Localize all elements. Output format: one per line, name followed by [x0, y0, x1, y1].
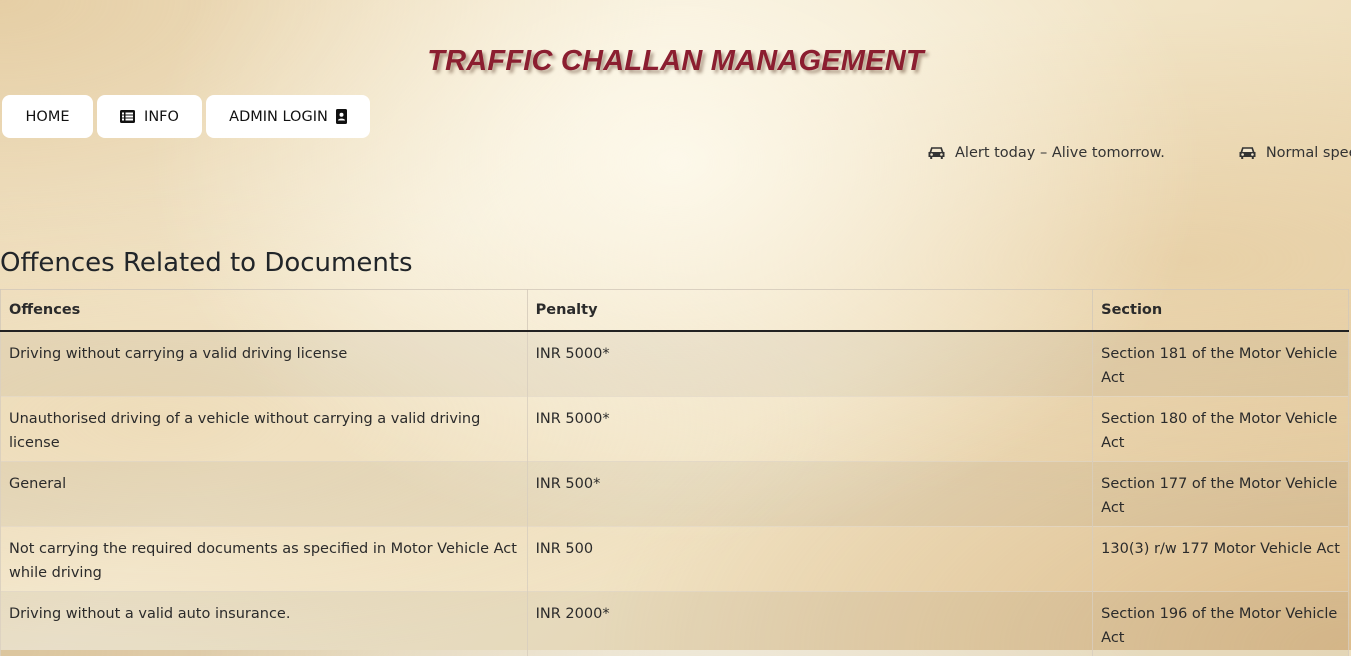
section-cell: 130(3) r/w 177 Motor Vehicle Act	[1092, 525, 1349, 591]
list-icon	[120, 110, 136, 123]
table-header-row: Offences Penalty Section	[0, 289, 1349, 332]
home-button-label: HOME	[25, 108, 70, 125]
admin-login-button-label: ADMIN LOGIN	[229, 108, 328, 125]
column-header-penalty: Penalty	[526, 289, 1094, 332]
main-nav: HOME INFO ADMIN LOGIN	[2, 95, 370, 138]
penalty-cell: INR 5000*	[526, 330, 1094, 396]
column-header-section: Section	[1092, 289, 1349, 332]
section-cell: Section 177 of the Motor Vehicle Act	[1092, 460, 1349, 526]
marquee-text: Normal spee	[1265, 145, 1351, 161]
penalty-cell: INR 500	[526, 525, 1094, 591]
penalty-cell: INR 5000*	[526, 395, 1094, 461]
info-button[interactable]: INFO	[97, 95, 202, 138]
section-cell: Section 180 of the Motor Vehicle Act	[1092, 395, 1349, 461]
column-header-offences: Offences	[0, 289, 528, 332]
offence-cell: Driving without carrying a valid driving…	[0, 330, 528, 396]
contact-card-icon	[335, 109, 347, 124]
marquee-text: Alert today – Alive tomorrow.	[955, 145, 1165, 161]
section-cell: Section 196 of the Motor Vehicle Act	[1092, 590, 1349, 656]
car-icon	[928, 146, 945, 160]
table-row: Unauthorised driving of a vehicle withou…	[0, 395, 1349, 461]
section-heading: Offences Related to Documents	[0, 248, 413, 278]
admin-login-button[interactable]: ADMIN LOGIN	[206, 95, 370, 138]
car-icon	[1239, 146, 1256, 160]
penalty-cell: INR 500*	[526, 460, 1094, 526]
table-row: Driving without a valid auto insurance. …	[0, 590, 1349, 656]
table-row: General INR 500* Section 177 of the Moto…	[0, 460, 1349, 526]
marquee-item: Normal spee	[1239, 145, 1351, 161]
table-row: Not carrying the required documents as s…	[0, 525, 1349, 591]
offences-table: Offences Penalty Section Driving without…	[0, 289, 1349, 656]
offence-cell: Driving without a valid auto insurance.	[0, 590, 528, 656]
safety-marquee: Alert today – Alive tomorrow. Normal spe…	[928, 145, 1351, 167]
marquee-item: Alert today – Alive tomorrow.	[928, 145, 1165, 161]
page-title: TRAFFIC CHALLAN MANAGEMENT	[427, 45, 924, 77]
info-button-label: INFO	[144, 108, 179, 125]
offence-cell: General	[0, 460, 528, 526]
penalty-cell: INR 2000*	[526, 590, 1094, 656]
offence-cell: Not carrying the required documents as s…	[0, 525, 528, 591]
section-cell: Section 181 of the Motor Vehicle Act	[1092, 330, 1349, 396]
table-row: Driving without carrying a valid driving…	[0, 330, 1349, 396]
offence-cell: Unauthorised driving of a vehicle withou…	[0, 395, 528, 461]
home-button[interactable]: HOME	[2, 95, 93, 138]
